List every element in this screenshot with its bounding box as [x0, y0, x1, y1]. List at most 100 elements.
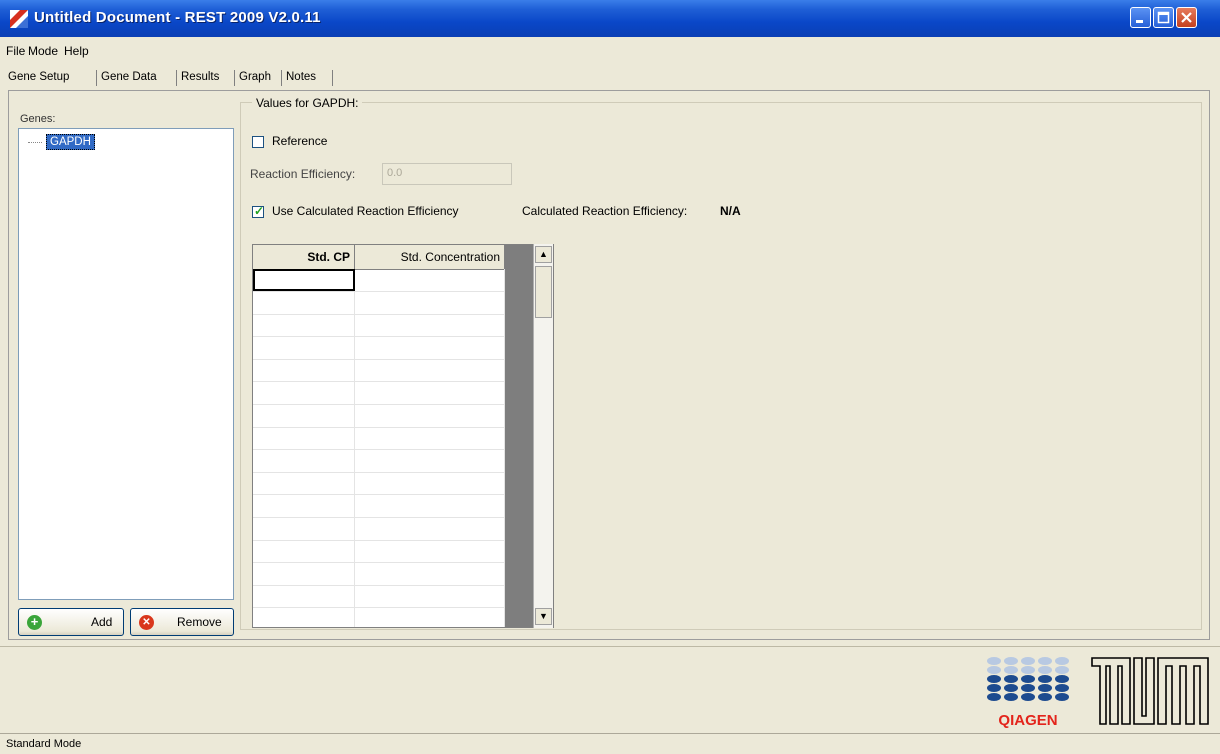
tab-separator — [176, 70, 177, 86]
calculated-efficiency-value: N/A — [720, 204, 741, 218]
close-button[interactable] — [1176, 7, 1197, 28]
genes-label: Genes: — [20, 113, 56, 125]
qiagen-logo-dot — [1021, 675, 1035, 683]
grid-cell[interactable] — [253, 585, 355, 608]
plus-circle-icon: + — [27, 615, 42, 630]
grid-cell[interactable] — [355, 382, 505, 404]
menu-help[interactable]: Help — [64, 44, 89, 58]
grid-cell[interactable] — [253, 517, 355, 540]
grid-cell[interactable] — [253, 359, 355, 382]
qiagen-logo-dot — [1004, 693, 1018, 701]
grid-cell[interactable] — [355, 269, 505, 291]
qiagen-logo-dot — [1055, 657, 1069, 665]
grid-cell[interactable] — [355, 427, 505, 450]
grid-cell[interactable] — [253, 449, 355, 472]
qiagen-logo-dot — [1055, 684, 1069, 692]
qiagen-logo-dot — [987, 684, 1001, 692]
tab-notes[interactable]: Notes — [286, 66, 316, 88]
add-gene-button[interactable]: + Add — [18, 608, 124, 636]
window-title: Untitled Document - REST 2009 V2.0.11 — [34, 9, 321, 26]
minimize-button[interactable] — [1130, 7, 1151, 28]
grid-header: Std. CP Std. Concentration — [253, 245, 505, 270]
grid-scrollbar[interactable]: ▲ ▼ — [533, 244, 553, 628]
grid-cell[interactable] — [253, 269, 355, 291]
grid-cell[interactable] — [253, 540, 355, 563]
grid-cell[interactable] — [253, 427, 355, 450]
qiagen-logo-text: QIAGEN — [998, 712, 1057, 729]
table-row — [253, 359, 505, 383]
reference-checkbox[interactable] — [252, 136, 264, 148]
table-row — [253, 585, 505, 609]
qiagen-logo-dot — [1004, 666, 1018, 674]
title-bar: Untitled Document - REST 2009 V2.0.11 — [0, 0, 1220, 37]
maximize-button[interactable] — [1153, 7, 1174, 28]
table-row — [253, 382, 505, 405]
grid-cell[interactable] — [355, 562, 505, 585]
grid-cell[interactable] — [253, 336, 355, 359]
reference-label: Reference — [272, 134, 328, 148]
qiagen-logo-dot — [987, 675, 1001, 683]
tab-gene-setup[interactable]: Gene Setup — [8, 66, 69, 88]
use-calculated-checkbox[interactable]: ✓ — [252, 204, 265, 218]
genes-tree[interactable] — [18, 128, 234, 600]
table-row — [253, 517, 505, 541]
tum-logo — [1091, 657, 1209, 725]
grid-cell[interactable] — [355, 314, 505, 337]
qiagen-logo-dot — [1055, 693, 1069, 701]
values-group-title: Values for GAPDH: — [252, 96, 363, 110]
grid-cell[interactable] — [253, 382, 355, 404]
table-row — [253, 427, 505, 451]
grid-cell[interactable] — [253, 472, 355, 495]
grid-cell[interactable] — [355, 359, 505, 382]
qiagen-logo-dot — [987, 693, 1001, 701]
column-std-cp[interactable]: Std. CP — [253, 245, 355, 269]
remove-gene-button[interactable]: ✕ Remove — [130, 608, 234, 636]
grid-cell[interactable] — [253, 562, 355, 585]
grid-cell[interactable] — [253, 404, 355, 427]
qiagen-logo-dot — [1038, 693, 1052, 701]
tab-results[interactable]: Results — [181, 66, 219, 88]
grid-cell[interactable] — [355, 495, 505, 517]
qiagen-logo-dot — [987, 657, 1001, 665]
standard-curve-grid[interactable]: Std. CP Std. Concentration — [252, 244, 554, 628]
calculated-efficiency-label: Calculated Reaction Efficiency: — [522, 204, 688, 218]
grid-cell[interactable] — [253, 291, 355, 314]
table-row — [253, 269, 505, 292]
menu-file[interactable]: File — [6, 44, 25, 58]
table-row — [253, 495, 505, 518]
tab-separator — [96, 70, 97, 86]
grid-cell[interactable] — [355, 291, 505, 314]
table-row — [253, 404, 505, 428]
qiagen-logo-dot — [1021, 693, 1035, 701]
menu-mode[interactable]: Mode — [28, 44, 58, 58]
grid-cell[interactable] — [355, 404, 505, 427]
qiagen-logo-dot — [1055, 666, 1069, 674]
grid-empty-area — [505, 245, 533, 627]
qiagen-logo-dot — [1004, 657, 1018, 665]
reaction-efficiency-input[interactable]: 0.0 — [382, 163, 512, 185]
grid-cell[interactable] — [355, 517, 505, 540]
qiagen-logo-dot — [1021, 684, 1035, 692]
grid-cell[interactable] — [355, 540, 505, 563]
grid-cell[interactable] — [355, 449, 505, 472]
qiagen-logo-dot — [1021, 666, 1035, 674]
qiagen-logo-dot — [987, 666, 1001, 674]
scroll-down-button[interactable]: ▼ — [535, 608, 552, 625]
scroll-thumb[interactable] — [535, 266, 552, 318]
tab-gene-data[interactable]: Gene Data — [101, 66, 157, 88]
grid-cell[interactable] — [253, 314, 355, 337]
grid-cell[interactable] — [355, 472, 505, 495]
grid-cell[interactable] — [253, 608, 355, 627]
grid-cell[interactable] — [355, 608, 505, 627]
table-row — [253, 291, 505, 315]
remove-button-label: Remove — [177, 615, 222, 629]
gene-item-gapdh[interactable]: GAPDH — [46, 134, 95, 150]
qiagen-logo-dot — [1038, 666, 1052, 674]
column-std-concentration[interactable]: Std. Concentration — [355, 245, 505, 269]
scroll-up-button[interactable]: ▲ — [535, 246, 552, 263]
grid-cell[interactable] — [355, 336, 505, 359]
checkmark-icon: ✓ — [254, 204, 265, 218]
grid-cell[interactable] — [355, 585, 505, 608]
grid-cell[interactable] — [253, 495, 355, 517]
tab-graph[interactable]: Graph — [239, 66, 271, 88]
